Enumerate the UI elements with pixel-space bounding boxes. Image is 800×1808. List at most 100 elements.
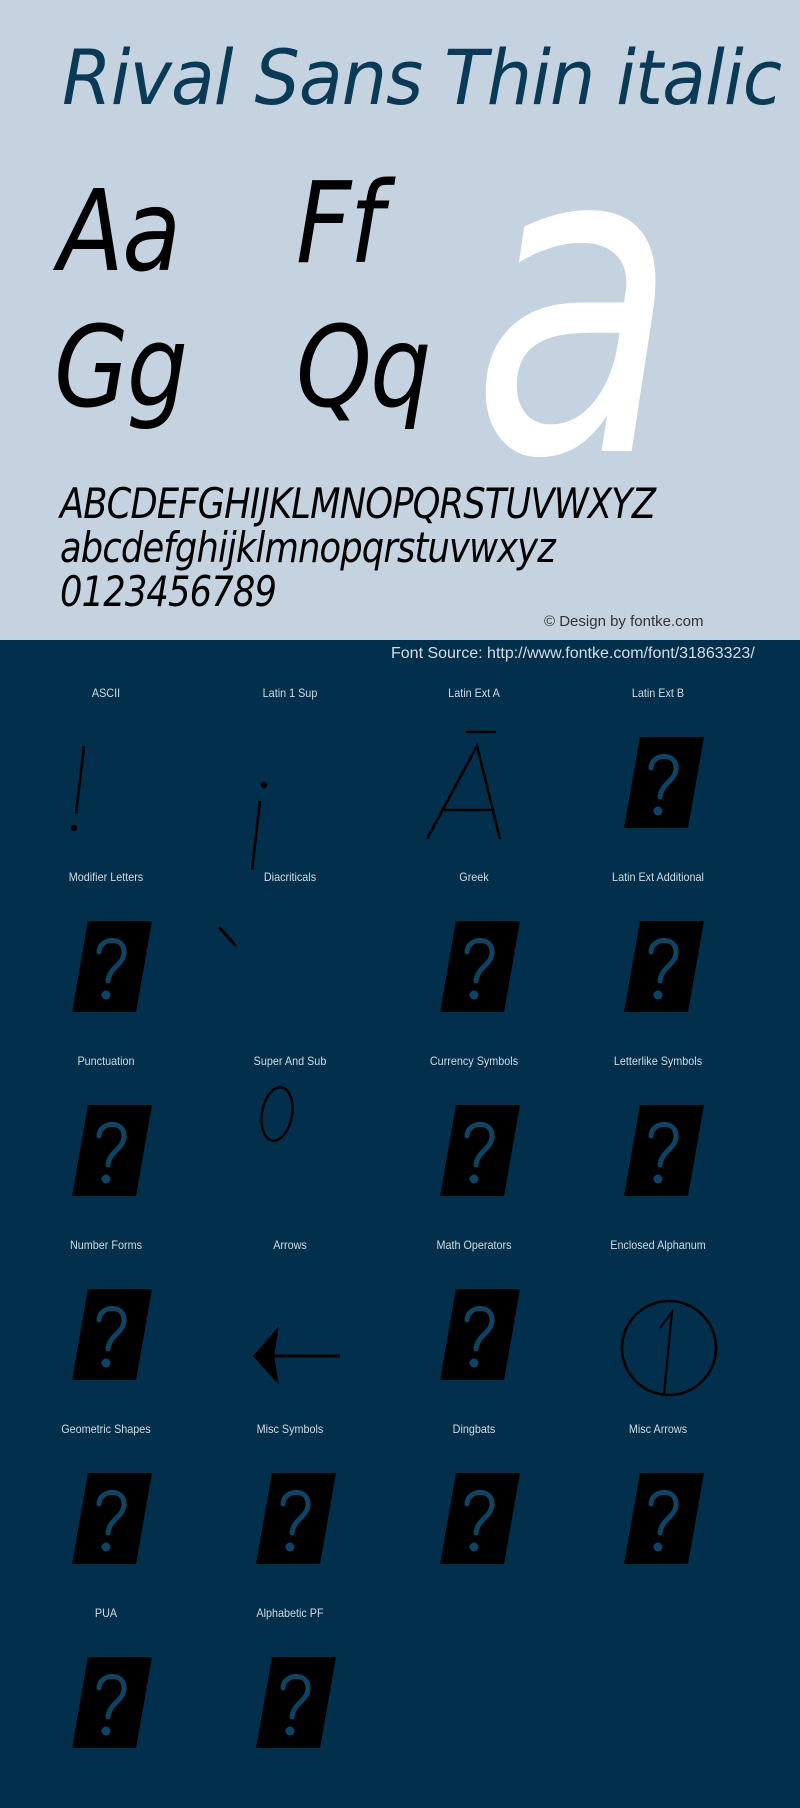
glyph-preview (566, 1458, 750, 1578)
glyph-preview (14, 906, 198, 1026)
unicode-block-misc-arrows: Misc Arrows (566, 1422, 750, 1606)
glyph-preview (382, 1458, 566, 1578)
unicode-block-dingbats: Dingbats (382, 1422, 566, 1606)
glyph-preview (382, 1090, 566, 1210)
block-label: Math Operators (436, 1238, 512, 1252)
glyph-preview (198, 1086, 382, 1210)
sample-pair-ff: Ff (296, 159, 384, 289)
unicode-block-misc-symbols: Misc Symbols (198, 1422, 382, 1606)
block-label: Currency Symbols (429, 1054, 519, 1068)
font-source-link[interactable]: Font Source: http://www.fontke.com/font/… (391, 645, 755, 663)
left-arrow-glyph-icon (253, 1326, 340, 1385)
missing-glyph-icon (440, 921, 520, 1012)
glyph-preview (382, 1274, 566, 1394)
glyph-preview (198, 906, 382, 1026)
block-label: Letterlike Symbols (613, 1054, 703, 1068)
unicode-block-letterlike-symbols: Letterlike Symbols (566, 1054, 750, 1238)
lowercase-sample: abcdefghijklmnopqrstuvwxyz (60, 523, 556, 572)
block-label: Modifier Letters (68, 870, 144, 884)
unicode-block-alphabetic-pf: Alphabetic PF (198, 1606, 382, 1790)
glyph-preview (566, 906, 750, 1026)
block-label: Arrows (273, 1238, 307, 1252)
design-credit: © Design by fontke.com (544, 613, 704, 630)
missing-glyph-icon (72, 921, 152, 1012)
block-label: Latin Ext Additional (612, 870, 704, 884)
glyph-preview (14, 1458, 198, 1578)
unicode-block-greek: Greek (382, 870, 566, 1054)
missing-glyph-icon (440, 1289, 520, 1380)
sample-pair-aa: Aa (58, 167, 181, 297)
unicode-block-diacriticals: Diacriticals (198, 870, 382, 1054)
unicode-block-latin-ext-a: Latin Ext A (382, 686, 566, 870)
glyph-preview (14, 1090, 198, 1210)
block-label: Super And Sub (253, 1054, 327, 1068)
a-macron-glyph-icon (425, 730, 502, 840)
unicode-block-punctuation: Punctuation (14, 1054, 198, 1238)
digits-sample: 0123456789 (60, 567, 277, 616)
glyph-preview (382, 722, 566, 842)
unicode-block-latin-1-sup: Latin 1 Sup (198, 686, 382, 871)
unicode-block-latin-ext-additional: Latin Ext Additional (566, 870, 750, 1054)
missing-glyph-icon (624, 921, 704, 1012)
glyph-preview (14, 1274, 198, 1394)
unicode-block-enclosed-alphanum: Enclosed Alphanum (566, 1238, 750, 1422)
block-label: Misc Arrows (628, 1422, 688, 1436)
unicode-block-number-forms: Number Forms (14, 1238, 198, 1422)
missing-glyph-icon (624, 1105, 704, 1196)
unicode-block-math-operators: Math Operators (382, 1238, 566, 1422)
uppercase-sample: ABCDEFGHIJKLMNOPQRSTUVWXYZ (60, 479, 656, 528)
block-label: Latin 1 Sup (262, 686, 318, 700)
sample-pair-gg: Gg (54, 303, 188, 433)
block-label: Latin Ext B (631, 686, 685, 700)
inverted-exclamation-glyph-icon (250, 781, 268, 871)
missing-glyph-icon (72, 1289, 152, 1380)
glyph-preview (198, 1458, 382, 1578)
glyph-preview (382, 906, 566, 1026)
missing-glyph-icon (256, 1473, 336, 1564)
unicode-block-latin-ext-b: Latin Ext B (566, 686, 750, 870)
missing-glyph-icon (72, 1657, 152, 1748)
missing-glyph-icon (624, 737, 704, 828)
glyph-preview (198, 722, 382, 871)
block-label: Misc Symbols (256, 1422, 324, 1436)
block-label: Greek (459, 870, 489, 884)
block-label: Dingbats (452, 1422, 496, 1436)
unicode-block-pua: PUA (14, 1606, 198, 1790)
block-label: Diacriticals (263, 870, 317, 884)
unicode-block-super-and-sub: Super And Sub (198, 1054, 382, 1238)
unicode-block-geometric-shapes: Geometric Shapes (14, 1422, 198, 1606)
unicode-block-ascii: ASCII (14, 686, 198, 870)
circled-one-glyph-icon (620, 1299, 718, 1397)
missing-glyph-icon (72, 1473, 152, 1564)
unicode-block-modifier-letters: Modifier Letters (14, 870, 198, 1054)
block-label: ASCII (91, 686, 121, 700)
unicode-block-arrows: Arrows (198, 1238, 382, 1422)
glyph-preview (14, 722, 198, 842)
missing-glyph-icon (624, 1473, 704, 1564)
missing-glyph-icon (440, 1473, 520, 1564)
glyph-preview (198, 1274, 382, 1394)
block-label: Punctuation (77, 1054, 135, 1068)
missing-glyph-icon (256, 1657, 336, 1748)
sample-pair-qq: Qq (296, 303, 431, 433)
block-label: Geometric Shapes (61, 1422, 151, 1436)
character-set-sample: ABCDEFGHIJKLMNOPQRSTUVWXYZ abcdefghijklm… (60, 479, 656, 616)
block-label: Number Forms (69, 1238, 142, 1252)
glyph-preview (566, 1274, 750, 1397)
glyph-preview (14, 1642, 198, 1762)
glyph-preview (566, 1090, 750, 1210)
font-preview-panel: Rival Sans Thin italic Aa Ff Gg Qq a ABC… (0, 0, 800, 640)
exclamation-glyph-icon (70, 745, 86, 832)
glyph-preview (198, 1642, 382, 1762)
block-label: Alphabetic PF (256, 1606, 324, 1620)
superscript-zero-glyph-icon (260, 1086, 294, 1142)
block-label: Latin Ext A (448, 686, 500, 700)
unicode-block-currency-symbols: Currency Symbols (382, 1054, 566, 1238)
large-sample-glyph: a (472, 53, 678, 553)
block-label: Enclosed Alphanum (610, 1238, 706, 1252)
grave-accent-glyph-icon (217, 925, 238, 948)
missing-glyph-icon (72, 1105, 152, 1196)
block-label: PUA (94, 1606, 118, 1620)
glyph-preview (566, 722, 750, 842)
missing-glyph-icon (440, 1105, 520, 1196)
